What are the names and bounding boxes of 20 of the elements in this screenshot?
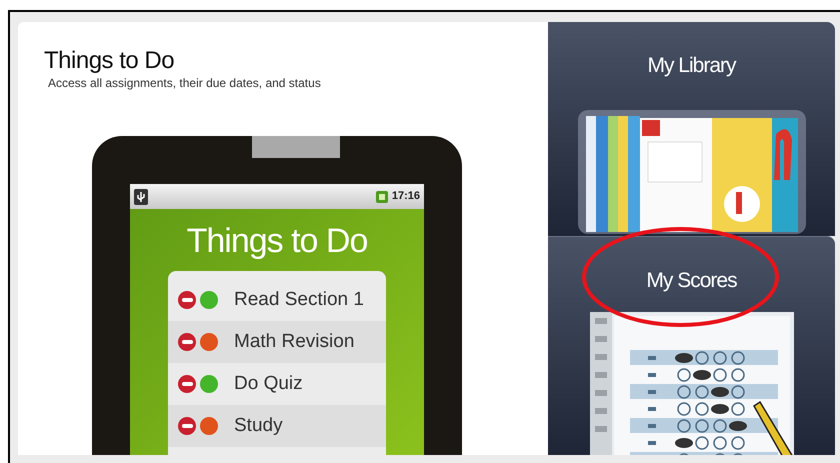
task-row[interactable]: Study (168, 405, 386, 447)
task-row[interactable]: Math Revision (168, 321, 386, 363)
task-label: Math Revision (234, 330, 354, 354)
app-title: Things to Do (186, 221, 368, 261)
task-label: Do Quiz (234, 372, 303, 396)
task-label: Study (234, 414, 283, 438)
remove-icon[interactable] (178, 291, 196, 309)
remove-icon[interactable] (178, 375, 196, 393)
battery-icon (376, 190, 388, 202)
status-clock: 17:16 (392, 189, 420, 204)
page-title: Things to Do (44, 47, 174, 75)
task-label: Read Section 1 (234, 288, 364, 312)
menu-tile[interactable]: My Library (548, 22, 835, 236)
page-subtitle: Access all assignments, their due dates, and status (48, 75, 321, 91)
tile-title: My Library (647, 53, 736, 79)
remove-icon[interactable] (178, 417, 196, 435)
usb-icon (134, 188, 148, 204)
remove-icon[interactable] (178, 333, 196, 351)
menu-tile[interactable]: My Scores (548, 236, 835, 455)
tile-title: My Scores (646, 268, 737, 294)
